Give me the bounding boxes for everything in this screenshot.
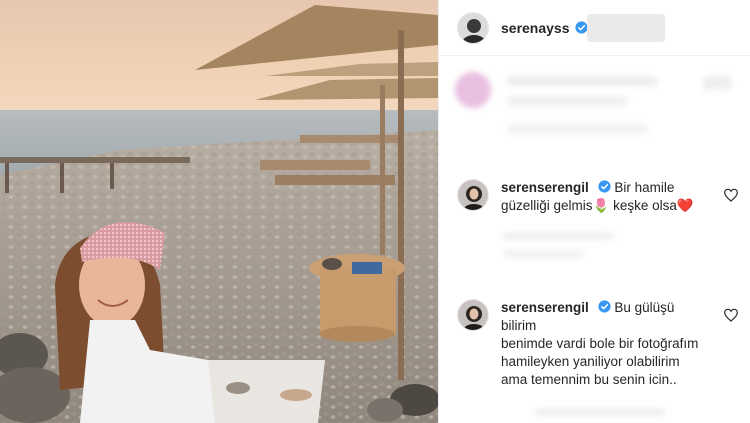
- blurred-follow-area: [587, 14, 665, 42]
- comment-text: serenserengil Bu gülüşü bilirim benimde …: [501, 299, 706, 389]
- comment-item: serenserengil Bu gülüşü bilirim benimde …: [457, 299, 750, 389]
- post-side-panel: serenayss serenserengil Bir hamile güzel…: [438, 0, 750, 423]
- commenter-avatar[interactable]: [457, 179, 489, 211]
- red-heart-emoji: ❤️: [676, 198, 694, 213]
- comment-line: hamileyken yaniliyor olabilirim: [501, 354, 680, 369]
- author-avatar[interactable]: [457, 11, 489, 44]
- author-username[interactable]: serenayss: [501, 20, 570, 36]
- verified-badge-icon: [574, 21, 588, 34]
- post-photo: [0, 0, 438, 423]
- verified-badge-icon: [597, 180, 611, 193]
- comment-text: serenserengil Bir hamile güzelliği gelmi…: [501, 179, 706, 215]
- comment-item: serenserengil Bir hamile güzelliği gelmi…: [457, 179, 750, 215]
- post-header: serenayss: [439, 0, 750, 56]
- commenter-username[interactable]: serenserengil: [501, 180, 589, 195]
- comment-line: ama temennim bu senin icin..: [501, 372, 677, 387]
- blurred-caption: [453, 66, 743, 166]
- blurred-comment-meta: [495, 228, 695, 268]
- beach-photo-illustration: [0, 0, 438, 423]
- heart-outline-icon[interactable]: [723, 187, 739, 203]
- commenter-username[interactable]: serenserengil: [501, 300, 589, 315]
- comment-line: benimde vardi bole bir fotoğrafım: [501, 336, 699, 351]
- comment-line: güzelliği gelmis: [501, 198, 593, 213]
- tulip-emoji: 🌷: [592, 198, 610, 213]
- heart-outline-icon[interactable]: [723, 307, 739, 323]
- blurred-comment-meta: [495, 400, 695, 420]
- comment-line: keşke olsa: [613, 198, 677, 213]
- comment-line: Bir hamile: [614, 180, 675, 195]
- verified-badge-icon: [597, 300, 611, 313]
- commenter-avatar[interactable]: [457, 299, 489, 331]
